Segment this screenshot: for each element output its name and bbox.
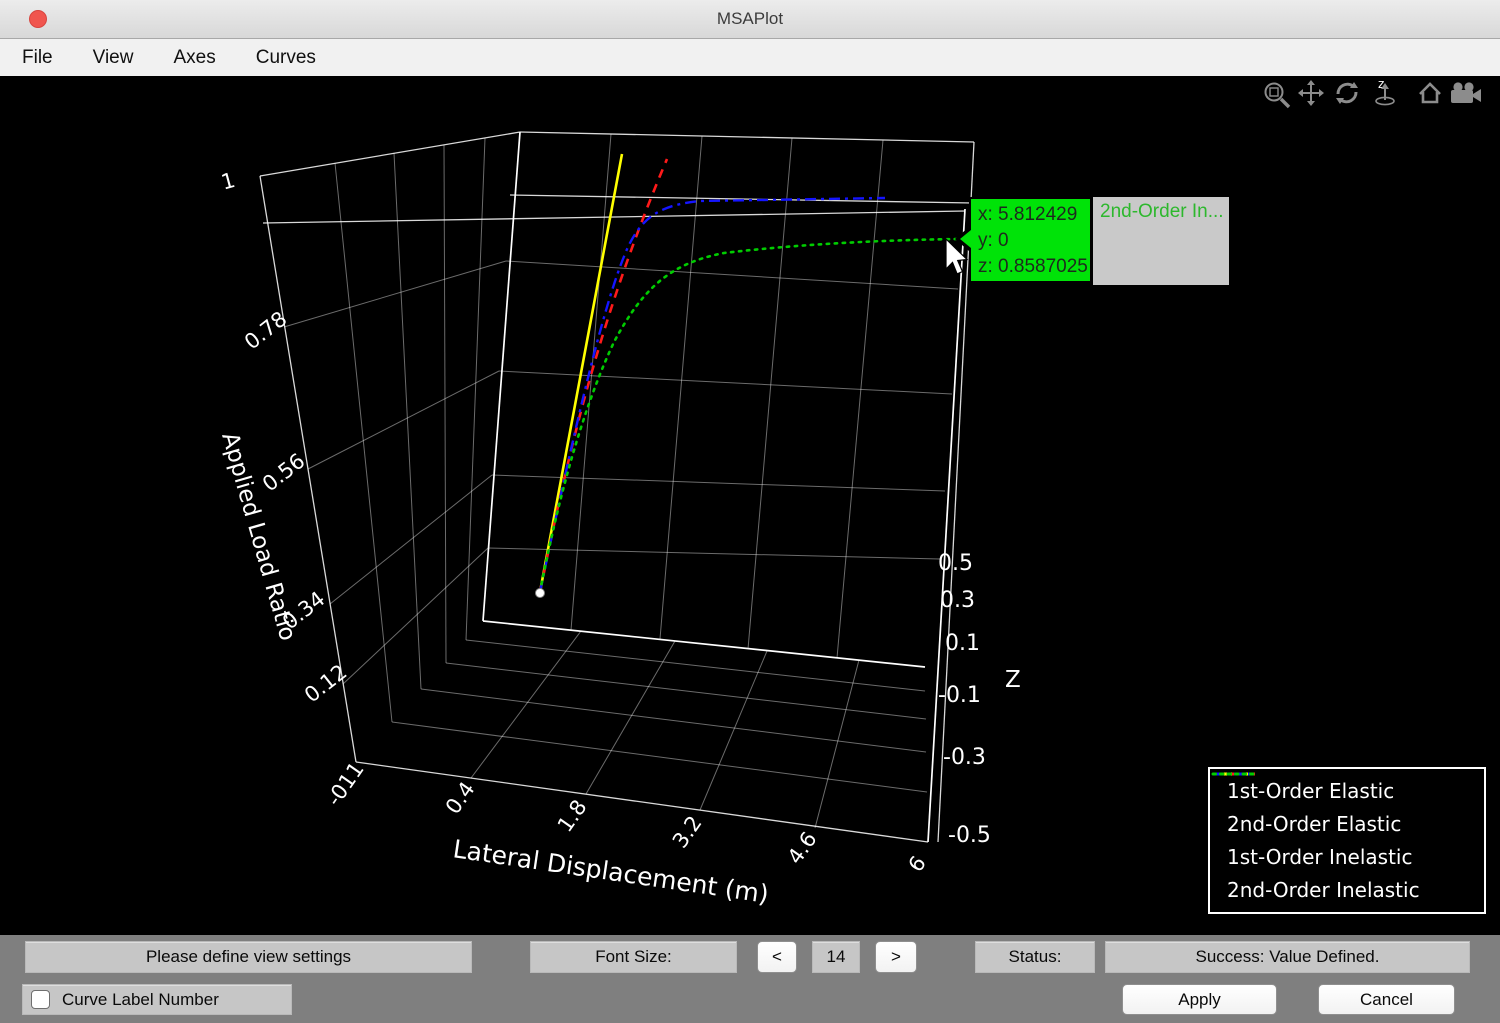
- load-tick: 0.56: [258, 449, 310, 497]
- curve-label-number-option: Curve Label Number: [22, 984, 292, 1015]
- font-size-label: Font Size:: [530, 941, 737, 973]
- x-tick: 1.8: [553, 795, 592, 836]
- menu-axes[interactable]: Axes: [173, 47, 215, 69]
- curve-origin-marker: [536, 589, 545, 598]
- x-axis-title: Lateral Displacement (m): [451, 834, 770, 909]
- zoom-icon[interactable]: [1266, 84, 1290, 108]
- load-tick: 0.12: [300, 660, 352, 708]
- apply-button[interactable]: Apply: [1122, 984, 1277, 1015]
- font-size-increase-button[interactable]: >: [875, 941, 917, 973]
- legend-item: 1st-Order Inelastic: [1218, 840, 1484, 873]
- curves: [536, 154, 958, 598]
- status-label: Status:: [975, 941, 1095, 973]
- z-tick: 0.1: [945, 631, 980, 656]
- status-bar: Please define view settings Font Size: <…: [0, 935, 1500, 1023]
- tooltip-x-value: x: 5.812429: [978, 202, 1090, 228]
- z-tick: -0.5: [948, 823, 991, 848]
- menu-view[interactable]: View: [93, 47, 134, 69]
- wireframe-grid: [284, 134, 958, 828]
- wireframe-outline: [260, 132, 974, 842]
- plot-toolbar: z: [1266, 77, 1482, 107]
- window-title: MSAPlot: [0, 0, 1500, 38]
- menu-bar: File View Axes Curves: [0, 39, 1500, 76]
- tooltip-series-panel: 2nd-Order In...: [1093, 197, 1229, 285]
- x-tick: 0.4: [441, 777, 480, 818]
- curve-1st-order-elastic[interactable]: [540, 154, 622, 592]
- x-tick: 4.6: [783, 827, 822, 868]
- z-axis-ticks: 0.5 0.3 0.1 -0.1 -0.3 -0.5: [938, 551, 991, 848]
- tooltip-y-value: y: 0: [978, 228, 1090, 254]
- z-tick: -0.3: [943, 745, 986, 770]
- legend-label: 2nd-Order Inelastic: [1227, 878, 1420, 902]
- legend-item: 2nd-Order Elastic: [1218, 807, 1484, 840]
- legend: 1st-Order Elastic 2nd-Order Elastic 1st-…: [1208, 767, 1486, 914]
- home-icon[interactable]: [1420, 84, 1440, 102]
- load-tick: 1: [219, 168, 238, 195]
- legend-label: 1st-Order Inelastic: [1227, 845, 1412, 869]
- z-tick: 0.3: [940, 588, 975, 613]
- title-bar: MSAPlot: [0, 0, 1500, 39]
- legend-label: 2nd-Order Elastic: [1227, 812, 1401, 836]
- wireframe-inner-edges: [483, 132, 965, 842]
- plot-canvas-3d[interactable]: 1 0.78 0.56 0.34 0.12 Applied Load Ratio…: [0, 76, 1500, 935]
- legend-label: 1st-Order Elastic: [1227, 779, 1394, 803]
- curve-label-number-checkbox[interactable]: [31, 990, 50, 1009]
- z-tick: -0.1: [938, 683, 981, 708]
- rotate-3d-icon[interactable]: [1336, 82, 1358, 104]
- x-tick: -011: [322, 758, 369, 811]
- status-value: Success: Value Defined.: [1105, 941, 1470, 973]
- legend-item: 2nd-Order Inelastic: [1218, 873, 1484, 906]
- spin-z-icon[interactable]: z: [1376, 77, 1394, 105]
- cancel-button[interactable]: Cancel: [1318, 984, 1455, 1015]
- z-axis-title: Z: [1005, 667, 1021, 693]
- font-size-decrease-button[interactable]: <: [757, 941, 797, 973]
- menu-curves[interactable]: Curves: [256, 47, 316, 69]
- record-camera-icon[interactable]: [1451, 82, 1481, 103]
- tooltip-z-value: z: 0.8587025: [978, 254, 1090, 280]
- font-size-value: 14: [812, 941, 860, 973]
- view-settings-label: Please define view settings: [25, 941, 472, 973]
- load-tick: 0.78: [240, 307, 292, 355]
- z-tick: 0.5: [938, 551, 973, 576]
- curve-2nd-order-inelastic[interactable]: [540, 239, 957, 592]
- curve-label-number-label: Curve Label Number: [62, 990, 219, 1010]
- menu-file[interactable]: File: [22, 47, 53, 69]
- pan-icon[interactable]: [1298, 80, 1324, 106]
- tooltip-series-name: 2nd-Order In...: [1100, 201, 1224, 222]
- legend-line-dotted: [1210, 769, 1258, 779]
- x-tick: 6: [904, 852, 931, 877]
- point-tooltip: x: 5.812429 y: 0 z: 0.8587025: [969, 197, 1092, 283]
- x-tick: 3.2: [668, 811, 707, 852]
